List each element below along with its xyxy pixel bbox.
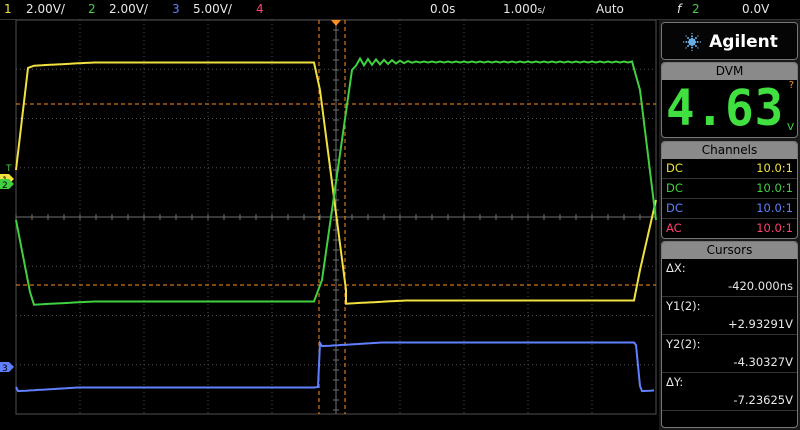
waveform-display: 123T — [0, 20, 658, 430]
cursor-label: Y1(2): — [666, 299, 701, 313]
trigger-level-marker[interactable]: T — [5, 164, 12, 174]
cursors-header: Cursors — [662, 242, 797, 259]
spark-dot — [691, 49, 693, 52]
spark-dot — [697, 47, 699, 49]
cursor-readout-1[interactable]: ΔX: -420.000ns — [662, 259, 797, 297]
dvm-unit: V — [787, 122, 794, 133]
status-bar: 1 2.00V/ 2 2.00V/ 3 5.00V/ 4 0.0s 1.000s… — [0, 0, 800, 20]
trigger-level[interactable]: 0.0V — [742, 2, 769, 16]
cursor-value: +2.93291V — [727, 317, 793, 331]
spark-dot — [696, 41, 699, 43]
cursor-value: -7.23625V — [733, 393, 793, 407]
time-scale[interactable]: 1.000s/ — [503, 2, 545, 16]
time-position[interactable]: 0.0s — [430, 2, 455, 16]
channel-coupling: AC — [666, 221, 682, 235]
spark-dot — [685, 41, 688, 43]
ch2-scale[interactable]: 2.00V/ — [109, 2, 148, 16]
cursor-value: -420.000ns — [728, 279, 793, 293]
spark-dot — [699, 41, 702, 43]
cursor-readout-2[interactable]: Y1(2): +2.93291V — [662, 297, 797, 335]
trigger-mode[interactable]: Auto — [596, 2, 624, 16]
cursor-readout-4[interactable]: ΔY: -7.23625V — [662, 373, 797, 411]
dvm-box[interactable]: DVM 4.63 V ? — [661, 62, 798, 138]
channel-row-2[interactable]: DC 10.0:1 — [662, 179, 797, 199]
dvm-value: 4.63 — [666, 79, 785, 137]
channel-row-4[interactable]: AC 10.0:1 — [662, 219, 797, 238]
channel-probe: 10.0:1 — [756, 221, 793, 235]
channel-coupling: DC — [666, 181, 683, 195]
spark-dot — [683, 41, 685, 43]
spark-dot — [691, 32, 693, 35]
channel-row-3[interactable]: DC 10.0:1 — [662, 199, 797, 219]
ch4-number[interactable]: 4 — [256, 2, 264, 16]
ch3-ground-marker-label: 3 — [2, 364, 8, 374]
channel-coupling: DC — [666, 161, 683, 175]
ch3-number[interactable]: 3 — [172, 2, 180, 16]
ch1-number[interactable]: 1 — [4, 2, 12, 16]
cursors-box[interactable]: Cursors ΔX: -420.000ns Y1(2): +2.93291V Y2(2… — [661, 241, 798, 428]
dvm-header: DVM — [662, 63, 797, 80]
cursor-label: ΔY: — [666, 375, 684, 389]
cursor-label: ΔX: — [666, 261, 686, 275]
spark-dot — [691, 46, 694, 49]
brand-box: Agilent — [661, 22, 798, 60]
time-scale-value: 1.000 — [503, 2, 538, 16]
spark-dot — [697, 35, 699, 37]
spark-center — [690, 40, 694, 44]
spark-dot — [687, 37, 690, 40]
spark-dot — [685, 35, 687, 37]
spark-dot — [685, 47, 687, 49]
ch3-scale[interactable]: 5.00V/ — [193, 2, 232, 16]
cursor-label: Y2(2): — [666, 337, 701, 351]
brand-name: Agilent — [709, 32, 778, 52]
cursor-readout-3[interactable]: Y2(2): -4.30327V — [662, 335, 797, 373]
ch2-number[interactable]: 2 — [88, 2, 96, 16]
spark-dot — [695, 44, 698, 47]
channels-box: Channels DC 10.0:1 DC 10.0:1 DC 10.0:1 AC 10.0:… — [661, 141, 798, 239]
trigger-slope-icon[interactable]: f — [677, 2, 681, 16]
ch1-scale[interactable]: 2.00V/ — [26, 2, 65, 16]
ch2-ground-marker-label: 2 — [2, 181, 8, 191]
spark-dot — [687, 44, 690, 47]
channel-row-1[interactable]: DC 10.0:1 — [662, 159, 797, 179]
channel-probe: 10.0:1 — [756, 181, 793, 195]
dvm-flag: ? — [788, 80, 794, 91]
trigger-source[interactable]: 2 — [692, 2, 700, 16]
spark-dot — [695, 37, 698, 40]
agilent-spark-icon — [683, 32, 702, 52]
cursor-value: -4.30327V — [733, 355, 793, 369]
channel-probe: 10.0:1 — [756, 161, 793, 175]
channel-probe: 10.0:1 — [756, 201, 793, 215]
channel-coupling: DC — [666, 201, 683, 215]
spark-dot — [691, 35, 694, 38]
time-scale-unit: s/ — [537, 6, 546, 16]
channels-header: Channels — [662, 142, 797, 159]
side-panel: Agilent DVM 4.63 V ? Channels DC 10.0:1 DC… — [659, 20, 800, 430]
